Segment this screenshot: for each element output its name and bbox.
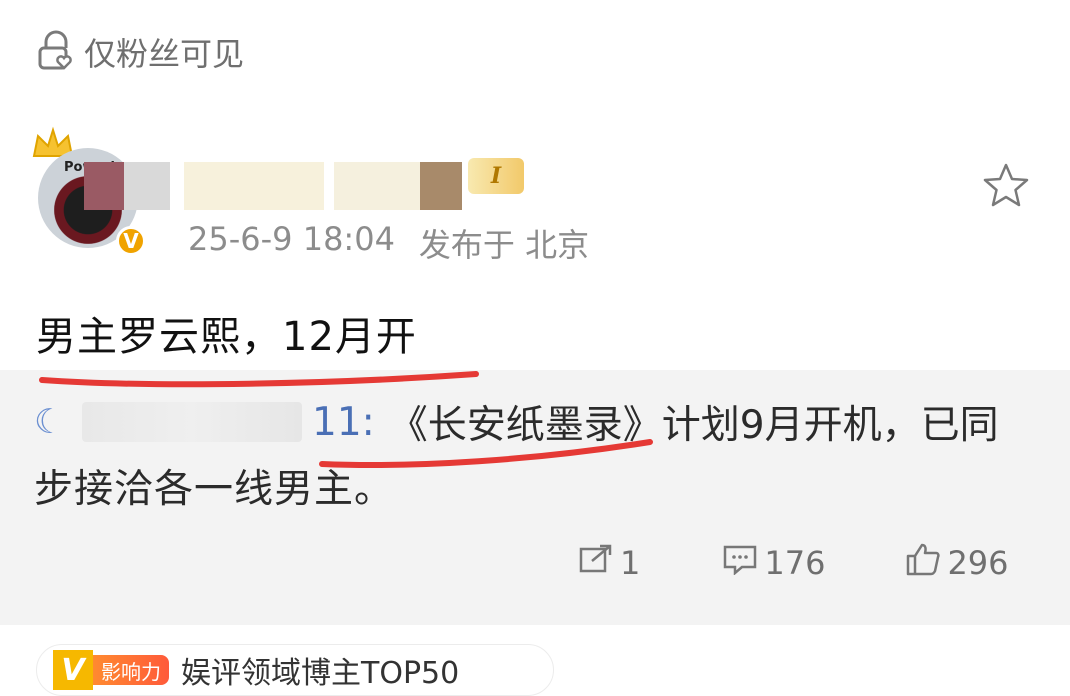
underline-annotation xyxy=(36,360,486,394)
share-button[interactable]: 1 xyxy=(578,543,640,583)
post-location: 发布于 北京 xyxy=(418,226,590,264)
comment-button[interactable]: 176 xyxy=(722,543,825,583)
underline-annotation-2 xyxy=(316,414,656,478)
lock-heart-icon xyxy=(36,30,76,74)
comment-count: 176 xyxy=(764,544,826,582)
influence-tag[interactable]: V 影响力 娱评领域博主TOP50 xyxy=(36,644,554,696)
author-name-redacted[interactable] xyxy=(84,162,464,210)
repost-author-redacted[interactable] xyxy=(82,402,302,442)
visibility-row: 仅粉丝可见 xyxy=(36,26,244,78)
star-icon[interactable] xyxy=(980,160,1032,212)
post-body: 男主罗云熙，12月开 xyxy=(36,314,417,360)
moon-icon: ☾ xyxy=(34,402,65,442)
like-button[interactable]: 296 xyxy=(905,542,1009,584)
tag-text: 娱评领域博主TOP50 xyxy=(181,656,460,691)
like-count: 296 xyxy=(947,544,1009,582)
share-count: 1 xyxy=(620,544,641,582)
post-timestamp: 25-6-9 18:04 xyxy=(188,220,395,258)
level-badge: I xyxy=(468,158,524,194)
post-meta: 25-6-9 18:04 发布于 北京 xyxy=(188,220,589,266)
badge-v: V xyxy=(53,650,93,690)
visibility-label: 仅粉丝可见 xyxy=(84,35,245,73)
comment-icon xyxy=(722,543,758,583)
thumbs-up-icon xyxy=(905,542,941,584)
influence-badge: V 影响力 xyxy=(53,650,169,690)
verified-badge: V xyxy=(116,226,146,256)
action-bar: 1 176 296 xyxy=(578,542,1009,584)
share-icon xyxy=(578,543,614,583)
badge-label: 影响力 xyxy=(93,655,169,685)
